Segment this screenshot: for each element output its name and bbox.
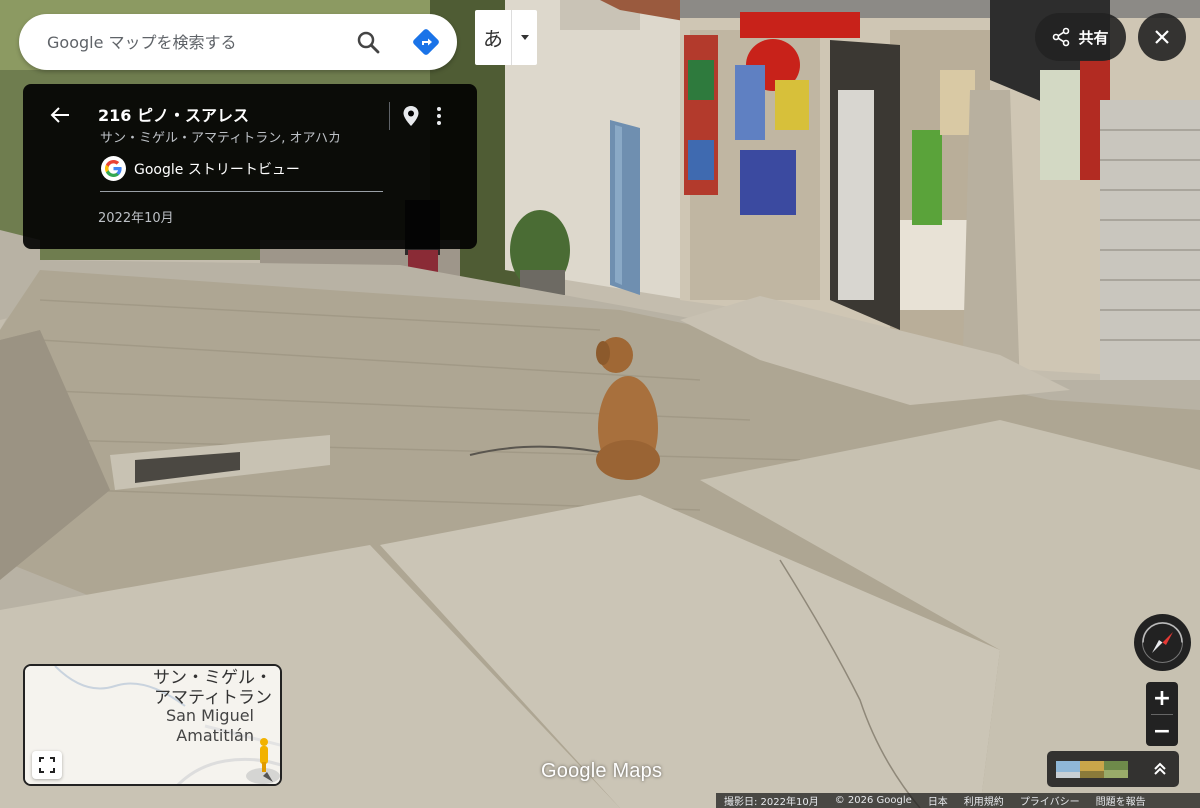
mini-map-label-jp: サン・ミゲル・ アマティトラン — [153, 668, 272, 708]
place-title[interactable]: 216 ピノ・スアレス — [98, 102, 249, 126]
search-icon — [357, 31, 380, 54]
location-info-card: 216 ピノ・スアレス サン・ミゲル・アマティトラン, オアハカ Google … — [23, 84, 477, 249]
directions-icon — [413, 29, 439, 55]
mini-map-label-jp-line2: アマティトラン — [154, 688, 272, 708]
footer-report-link[interactable]: 問題を報告 — [1088, 793, 1154, 808]
capture-date[interactable]: 2022年10月 — [98, 207, 174, 226]
caret-down-icon — [520, 35, 529, 40]
google-g-icon — [101, 156, 126, 181]
search-button[interactable] — [352, 26, 384, 58]
footer-capture-date: 撮影日: 2022年10月 — [724, 797, 819, 808]
street-view-attribution[interactable]: Google ストリートビュー — [101, 156, 300, 181]
map-pin-icon — [403, 106, 419, 126]
ime-dropdown-button[interactable] — [512, 10, 537, 65]
back-button[interactable] — [47, 102, 73, 128]
ime-mode-label[interactable]: あ — [475, 10, 512, 65]
expand-map-button[interactable] — [32, 751, 62, 779]
imagery-strip[interactable] — [1047, 751, 1179, 787]
imagery-thumbnail-field[interactable] — [1080, 760, 1104, 778]
mini-map-label-en-line1: San Miguel — [165, 706, 254, 725]
ime-input-toggle[interactable]: あ — [475, 10, 537, 65]
expand-imagery-button[interactable] — [1151, 760, 1169, 778]
more-vert-icon — [437, 107, 441, 125]
mini-map[interactable]: サン・ミゲル・ アマティトラン San Miguel Amatitlán — [23, 664, 282, 786]
footer-terms-link[interactable]: 利用規約 — [956, 793, 1012, 808]
google-maps-watermark: Google Maps — [541, 760, 663, 782]
show-on-map-button[interactable] — [400, 104, 422, 128]
zoom-in-button[interactable]: + — [1146, 682, 1178, 714]
street-view-label: Google ストリートビュー — [134, 161, 300, 178]
search-box — [19, 14, 457, 70]
close-street-view-button[interactable] — [1138, 13, 1186, 61]
share-icon — [1053, 27, 1070, 47]
search-input[interactable] — [47, 30, 347, 54]
footer-copyright: © 2026 Google — [834, 795, 912, 806]
compass-icon — [1142, 622, 1183, 663]
footer-bar: 撮影日: 2022年10月 © 2026 Google 日本 利用規約 プライバ… — [716, 793, 1200, 808]
pegman-icon[interactable] — [243, 738, 282, 786]
imagery-thumbnail-trees[interactable] — [1104, 760, 1128, 778]
close-icon — [1155, 30, 1169, 44]
fullscreen-icon — [39, 757, 55, 773]
mini-map-label-jp-line1: サン・ミゲル・ — [153, 668, 272, 688]
divider — [100, 191, 383, 192]
compass-button[interactable] — [1134, 614, 1191, 671]
imagery-thumbnail-sky[interactable] — [1056, 760, 1080, 778]
mini-map-label-en-line2: Amatitlán — [176, 726, 254, 745]
share-button[interactable]: 共有 — [1035, 13, 1126, 61]
arrow-left-icon — [50, 107, 69, 123]
zoom-controls: + − — [1146, 682, 1178, 746]
share-label: 共有 — [1078, 28, 1109, 47]
chevron-double-up-icon — [1154, 762, 1166, 775]
zoom-out-button[interactable]: − — [1146, 715, 1178, 747]
footer-country-link[interactable]: 日本 — [920, 793, 956, 808]
place-subtitle: サン・ミゲル・アマティトラン, オアハカ — [100, 131, 341, 146]
divider — [389, 102, 390, 130]
directions-button[interactable] — [410, 26, 442, 58]
more-options-button[interactable] — [429, 104, 449, 128]
mini-map-label-en: San Miguel Amatitlán — [166, 706, 254, 746]
footer-privacy-link[interactable]: プライバシー — [1012, 793, 1088, 808]
